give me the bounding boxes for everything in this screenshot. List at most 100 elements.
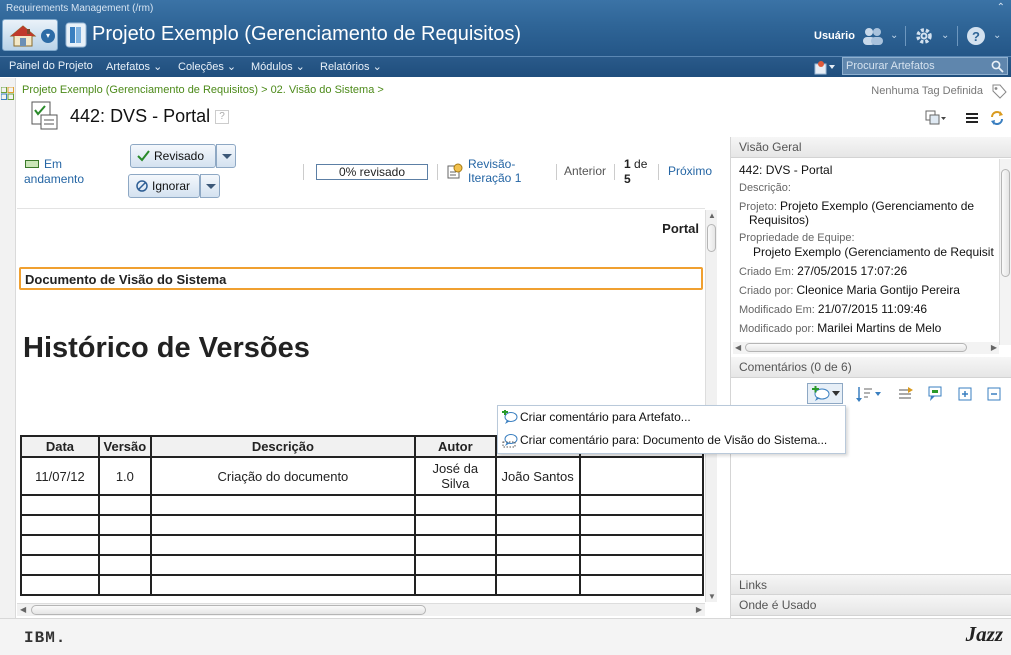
ignore-dropdown-button[interactable] (200, 174, 220, 198)
overview-header[interactable]: Visão Geral (731, 137, 1011, 158)
expand-all-icon[interactable] (957, 385, 973, 403)
ignore-button[interactable]: Ignorar (128, 174, 220, 198)
tag-icon[interactable] (991, 84, 1007, 99)
document-section-title[interactable]: Documento de Visão do Sistema (19, 267, 703, 290)
nav-modules-label: Módulos (251, 61, 293, 73)
project-title[interactable]: Projeto Exemplo (Gerenciamento de Requis… (92, 23, 521, 46)
menu-item-comment-artifact[interactable]: Criar comentário para Artefato... (500, 407, 844, 429)
breadcrumb-folder-link[interactable]: 02. Visão do Sistema (271, 84, 375, 96)
next-link[interactable]: Próximo (668, 164, 712, 178)
filter-comments-icon[interactable] (897, 385, 915, 403)
home-button[interactable]: ▾ (2, 19, 58, 51)
team-value[interactable]: Projeto Exemplo (Gerenciamento de Requis… (753, 245, 994, 259)
table-cell (578, 514, 705, 536)
project-value[interactable]: Projeto Exemplo (Gerenciamento de (780, 199, 974, 213)
overview-title: 442: DVS - Portal (739, 163, 833, 177)
artifact-help-icon[interactable]: ? (215, 110, 229, 124)
document-horizontal-scrollbar[interactable]: ◀ ▶ (17, 603, 705, 616)
toolbar-divider (614, 164, 615, 180)
artifact-id: 442: (70, 106, 106, 126)
view-options-icon[interactable] (925, 110, 947, 126)
scrollbar-thumb[interactable] (31, 605, 426, 615)
toolbar-divider (658, 164, 659, 180)
nav-reports[interactable]: Relatórios ⌄ (320, 60, 382, 73)
user-menu-label[interactable]: Usuário (814, 30, 855, 42)
reviewed-dropdown-button[interactable] (216, 144, 236, 168)
scroll-left-arrow-icon[interactable]: ◀ (735, 343, 741, 352)
menu-item-label: Criar comentário para: Documento de Visã… (520, 433, 828, 447)
scrollbar-thumb[interactable] (1001, 169, 1010, 277)
scroll-right-arrow-icon[interactable]: ▶ (696, 605, 702, 614)
document-header-portal: Portal (662, 221, 699, 236)
refresh-icon[interactable] (989, 110, 1005, 126)
project-value-cont[interactable]: Requisitos) (749, 213, 809, 227)
modified-by-value[interactable]: Marilei Martins de Melo (817, 321, 941, 335)
table-header: Data (20, 435, 100, 458)
table-header: Autor (413, 435, 497, 458)
users-icon[interactable] (861, 26, 885, 46)
workflow-status-link[interactable]: Em andamento (24, 157, 94, 187)
mini-dashboard-icon[interactable] (1, 87, 14, 100)
scroll-up-arrow-icon[interactable]: ▲ (708, 211, 716, 220)
scroll-left-arrow-icon[interactable]: ◀ (20, 605, 26, 614)
modified-on-label: Modificado Em: (739, 304, 815, 316)
help-chevron-down-icon[interactable]: ⌄ (993, 30, 1001, 41)
nav-reports-label: Relatórios (320, 61, 370, 73)
left-mini-dashboard-strip (0, 78, 16, 618)
review-iteration-link[interactable]: Revisão-Iteração 1 (468, 157, 538, 185)
search-icon[interactable] (991, 60, 1004, 73)
comment-add-icon (502, 410, 518, 424)
breadcrumb: Projeto Exemplo (Gerenciamento de Requis… (22, 84, 384, 96)
scrollbar-thumb[interactable] (745, 343, 967, 352)
links-header[interactable]: Links (731, 574, 1011, 595)
user-chevron-down-icon[interactable]: ⌄ (890, 30, 898, 41)
table-cell (149, 574, 416, 596)
menu-item-comment-section[interactable]: Criar comentário para: Documento de Visã… (500, 430, 844, 452)
help-icon[interactable]: ? (966, 26, 986, 46)
overview-vertical-scrollbar[interactable] (999, 159, 1011, 345)
search-scope-icon[interactable] (814, 59, 836, 75)
table-cell (97, 514, 152, 536)
collapse-all-icon[interactable] (986, 385, 1002, 403)
table-cell (149, 554, 416, 576)
artifact-name: DVS - Portal (110, 106, 211, 126)
collapse-banner-icon[interactable]: ⌃ (997, 2, 1005, 13)
nav-artifacts[interactable]: Artefatos ⌄ (106, 60, 162, 73)
table-row (20, 574, 705, 596)
scrollbar-thumb[interactable] (707, 224, 716, 252)
menu-icon[interactable] (964, 110, 980, 126)
nav-modules[interactable]: Módulos ⌄ (251, 60, 305, 73)
scroll-down-arrow-icon[interactable]: ▼ (708, 592, 716, 601)
comment-selection-icon (502, 434, 518, 448)
created-on-value: 27/05/2015 17:07:26 (797, 264, 908, 278)
home-dropdown-icon[interactable]: ▾ (41, 29, 55, 43)
sort-comments-icon[interactable] (855, 385, 883, 403)
search-input[interactable] (843, 58, 988, 74)
settings-chevron-down-icon[interactable]: ⌄ (941, 30, 949, 41)
add-comment-button[interactable] (807, 383, 843, 404)
created-by-label: Criado por: (739, 285, 794, 297)
table-cell (494, 534, 581, 556)
table-cell (20, 554, 100, 576)
table-row: 11/07/12 1.0 Criação do documento José d… (20, 456, 705, 496)
comments-header[interactable]: Comentários (0 de 6) (731, 357, 1011, 378)
nav-project-dashboard[interactable]: Painel do Projeto (9, 60, 93, 72)
table-cell (97, 534, 152, 556)
check-icon (137, 150, 150, 162)
review-icon (447, 163, 463, 179)
overview-horizontal-scrollbar[interactable]: ◀ ▶ (733, 342, 999, 354)
reviewed-button[interactable]: Revisado (130, 144, 236, 168)
breadcrumb-project-link[interactable]: Projeto Exemplo (Gerenciamento de Requis… (22, 84, 258, 96)
table-cell: João Santos (494, 456, 581, 496)
nav-collections[interactable]: Coleções ⌄ (178, 60, 236, 73)
right-sidebar: Visão Geral 442: DVS - Portal Descrição:… (730, 137, 1011, 618)
search-box (842, 57, 1008, 75)
comment-filter-icon[interactable] (927, 385, 945, 403)
scroll-right-arrow-icon[interactable]: ▶ (991, 343, 997, 352)
previous-link[interactable]: Anterior (564, 164, 606, 178)
gear-icon[interactable] (914, 26, 934, 46)
where-used-header[interactable]: Onde é Usado (731, 595, 1011, 616)
created-by-value[interactable]: Cleonice Maria Gontijo Pereira (796, 283, 959, 297)
table-cell (494, 554, 581, 576)
table-cell (149, 494, 416, 516)
